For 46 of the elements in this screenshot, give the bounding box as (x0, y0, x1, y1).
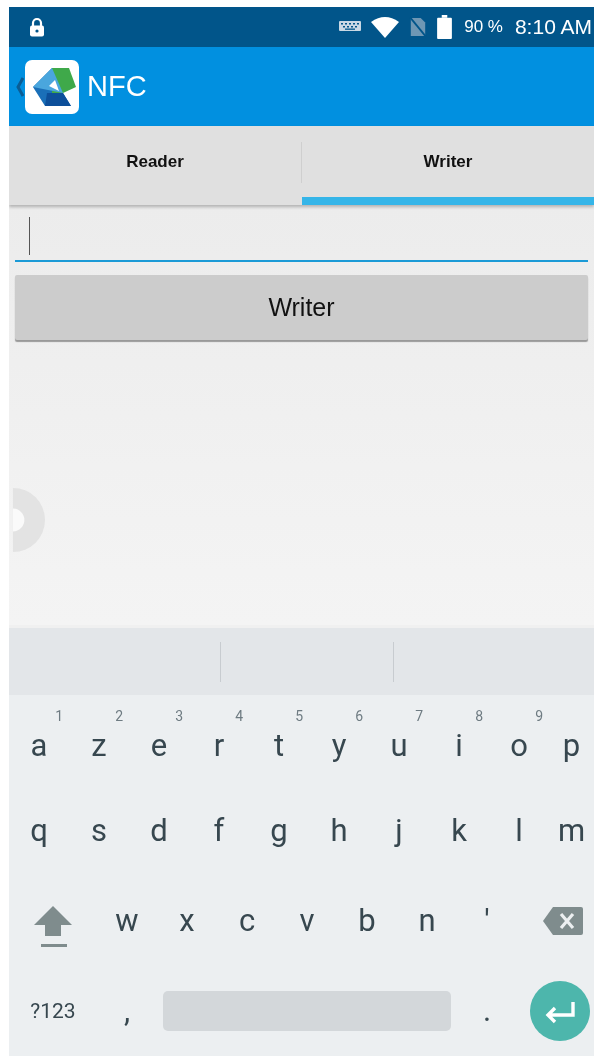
space-bar[interactable] (163, 990, 451, 1031)
shift-icon[interactable] (33, 903, 73, 948)
app-logo-icon (25, 59, 79, 114)
keyboard-icon (339, 21, 362, 33)
keyboard-key[interactable]: k (429, 785, 489, 876)
keyboard-key[interactable]: h (309, 785, 369, 876)
keyboard-key[interactable]: m (549, 785, 594, 876)
wifi-icon (371, 16, 400, 38)
tab[interactable]: Reader (9, 126, 301, 205)
keyboard-key[interactable]: y 6 (309, 695, 369, 786)
keyboard-key[interactable]: x (157, 875, 217, 966)
keyboard-key[interactable]: . (457, 965, 517, 1056)
lock-icon (29, 17, 45, 37)
writer-button[interactable]: Writer (15, 275, 588, 340)
keyboard-key[interactable]: r 4 (189, 695, 249, 786)
battery-percentage: 90 % (464, 17, 503, 37)
enter-icon[interactable] (530, 980, 590, 1041)
keyboard-key[interactable]: ' (457, 875, 517, 966)
keyboard-key[interactable]: j (369, 785, 429, 876)
symbols-key[interactable]: ?123 (9, 965, 97, 1056)
keyboard-key[interactable]: a 1 (9, 695, 69, 786)
keyboard-key[interactable]: d (129, 785, 189, 876)
keyboard-key[interactable]: n (397, 875, 457, 966)
keyboard-key[interactable]: l (489, 785, 549, 876)
keyboard-key[interactable]: q (9, 785, 69, 876)
battery-icon (437, 15, 453, 39)
no-sim-icon (409, 16, 428, 38)
keyboard-key[interactable]: o 9 (489, 695, 549, 786)
keyboard-key[interactable]: i 8 (429, 695, 489, 786)
back-chevron-icon[interactable] (16, 76, 24, 97)
clock-time: 8:10 AM (514, 15, 593, 39)
keyboard-key[interactable]: t 5 (249, 695, 309, 786)
keyboard-key[interactable]: w (97, 875, 157, 966)
keyboard-key[interactable]: v (277, 875, 337, 966)
keyboard-key[interactable]: e 3 (129, 695, 189, 786)
keyboard-key[interactable]: g (249, 785, 309, 876)
keyboard-key[interactable]: f (189, 785, 249, 876)
backspace-icon[interactable] (543, 905, 583, 936)
keyboard-key[interactable]: p (549, 695, 594, 786)
keyboard-key[interactable]: , (97, 965, 157, 1056)
keyboard-key[interactable]: s (69, 785, 129, 876)
keyboard-key[interactable]: z 2 (69, 695, 129, 786)
keyboard-key[interactable]: b (337, 875, 397, 966)
keyboard-key[interactable]: c (217, 875, 277, 966)
keyboard-key[interactable]: u 7 (369, 695, 429, 786)
app-title: NFC (87, 70, 147, 103)
